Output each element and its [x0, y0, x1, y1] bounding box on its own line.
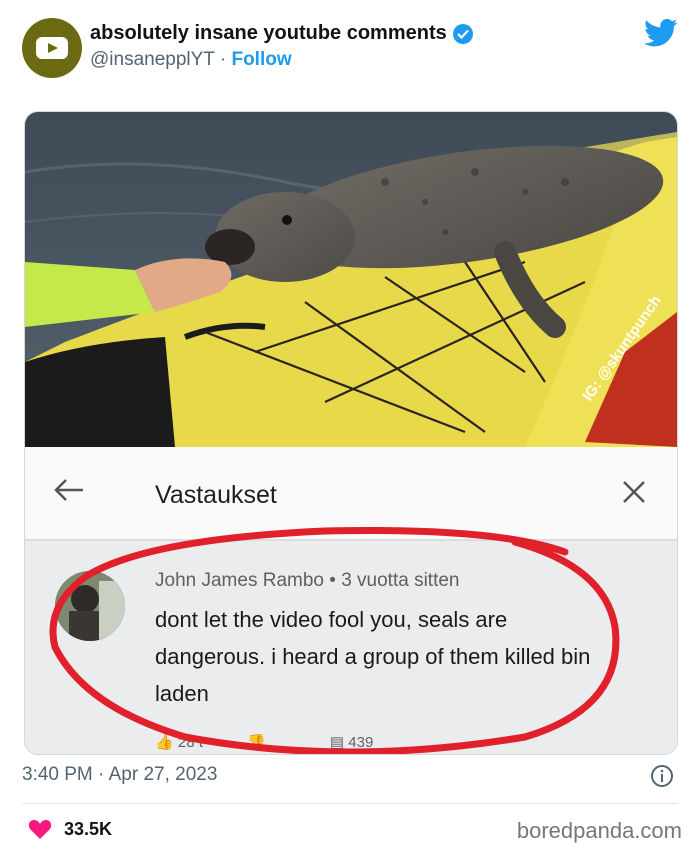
- display-name-row: absolutely insane youtube comments: [90, 22, 473, 45]
- boredpanda-watermark: boredpanda.com: [516, 818, 682, 843]
- youtube-replies-panel: Vastaukset John James Rambo • 3 vuotta s…: [25, 447, 677, 754]
- handle[interactable]: @insanepplYT: [90, 49, 215, 70]
- thumbs-up-icon[interactable]: 👍: [155, 734, 174, 751]
- meta-separator: •: [329, 570, 336, 591]
- comment-actions: 👍 28 t 👎 ▤ 439: [155, 733, 373, 751]
- follow-button[interactable]: Follow: [231, 49, 291, 70]
- close-icon[interactable]: [621, 479, 647, 505]
- comment-meta: John James Rambo • 3 vuotta sitten: [155, 570, 459, 592]
- account-avatar[interactable]: [22, 18, 82, 78]
- youtube-replies-header: Vastaukset: [25, 447, 677, 541]
- youtube-logo-icon: [36, 37, 68, 59]
- thumbs-down-icon[interactable]: 👎: [247, 734, 266, 751]
- like-count: 28 t: [177, 734, 203, 751]
- separator-dot: ·: [219, 49, 227, 70]
- handle-line: @insanepplYT · Follow: [90, 49, 473, 71]
- comment-author[interactable]: John James Rambo: [155, 570, 324, 591]
- likes-count: 33.5K: [64, 818, 113, 839]
- commenter-avatar[interactable]: [55, 571, 125, 641]
- account-names: absolutely insane youtube comments @insa…: [90, 22, 473, 71]
- tweet-timestamp[interactable]: 3:40 PM · Apr 27, 2023: [22, 764, 217, 786]
- tweet-media[interactable]: IG: @skuntpunch Vastaukset John James Ra…: [24, 111, 678, 755]
- divider: [22, 803, 678, 804]
- verified-badge-icon: [452, 23, 473, 44]
- comment-age: 3 vuotta sitten: [341, 570, 460, 591]
- reply-icon[interactable]: ▤: [330, 734, 344, 751]
- likes[interactable]: 33.5K: [28, 818, 112, 840]
- display-name[interactable]: absolutely insane youtube comments: [90, 22, 447, 45]
- seal-kayak-photo: IG: @skuntpunch: [25, 112, 677, 447]
- info-icon[interactable]: [650, 764, 674, 788]
- twitter-bird-icon[interactable]: [644, 18, 678, 48]
- back-arrow-icon[interactable]: [53, 477, 85, 503]
- reply-count: 439: [348, 734, 374, 751]
- comment-text: dont let the video fool you, seals are d…: [155, 607, 591, 706]
- tweet-header: absolutely insane youtube comments @insa…: [22, 18, 678, 80]
- replies-title: Vastaukset: [155, 481, 277, 509]
- heart-icon[interactable]: [28, 818, 52, 840]
